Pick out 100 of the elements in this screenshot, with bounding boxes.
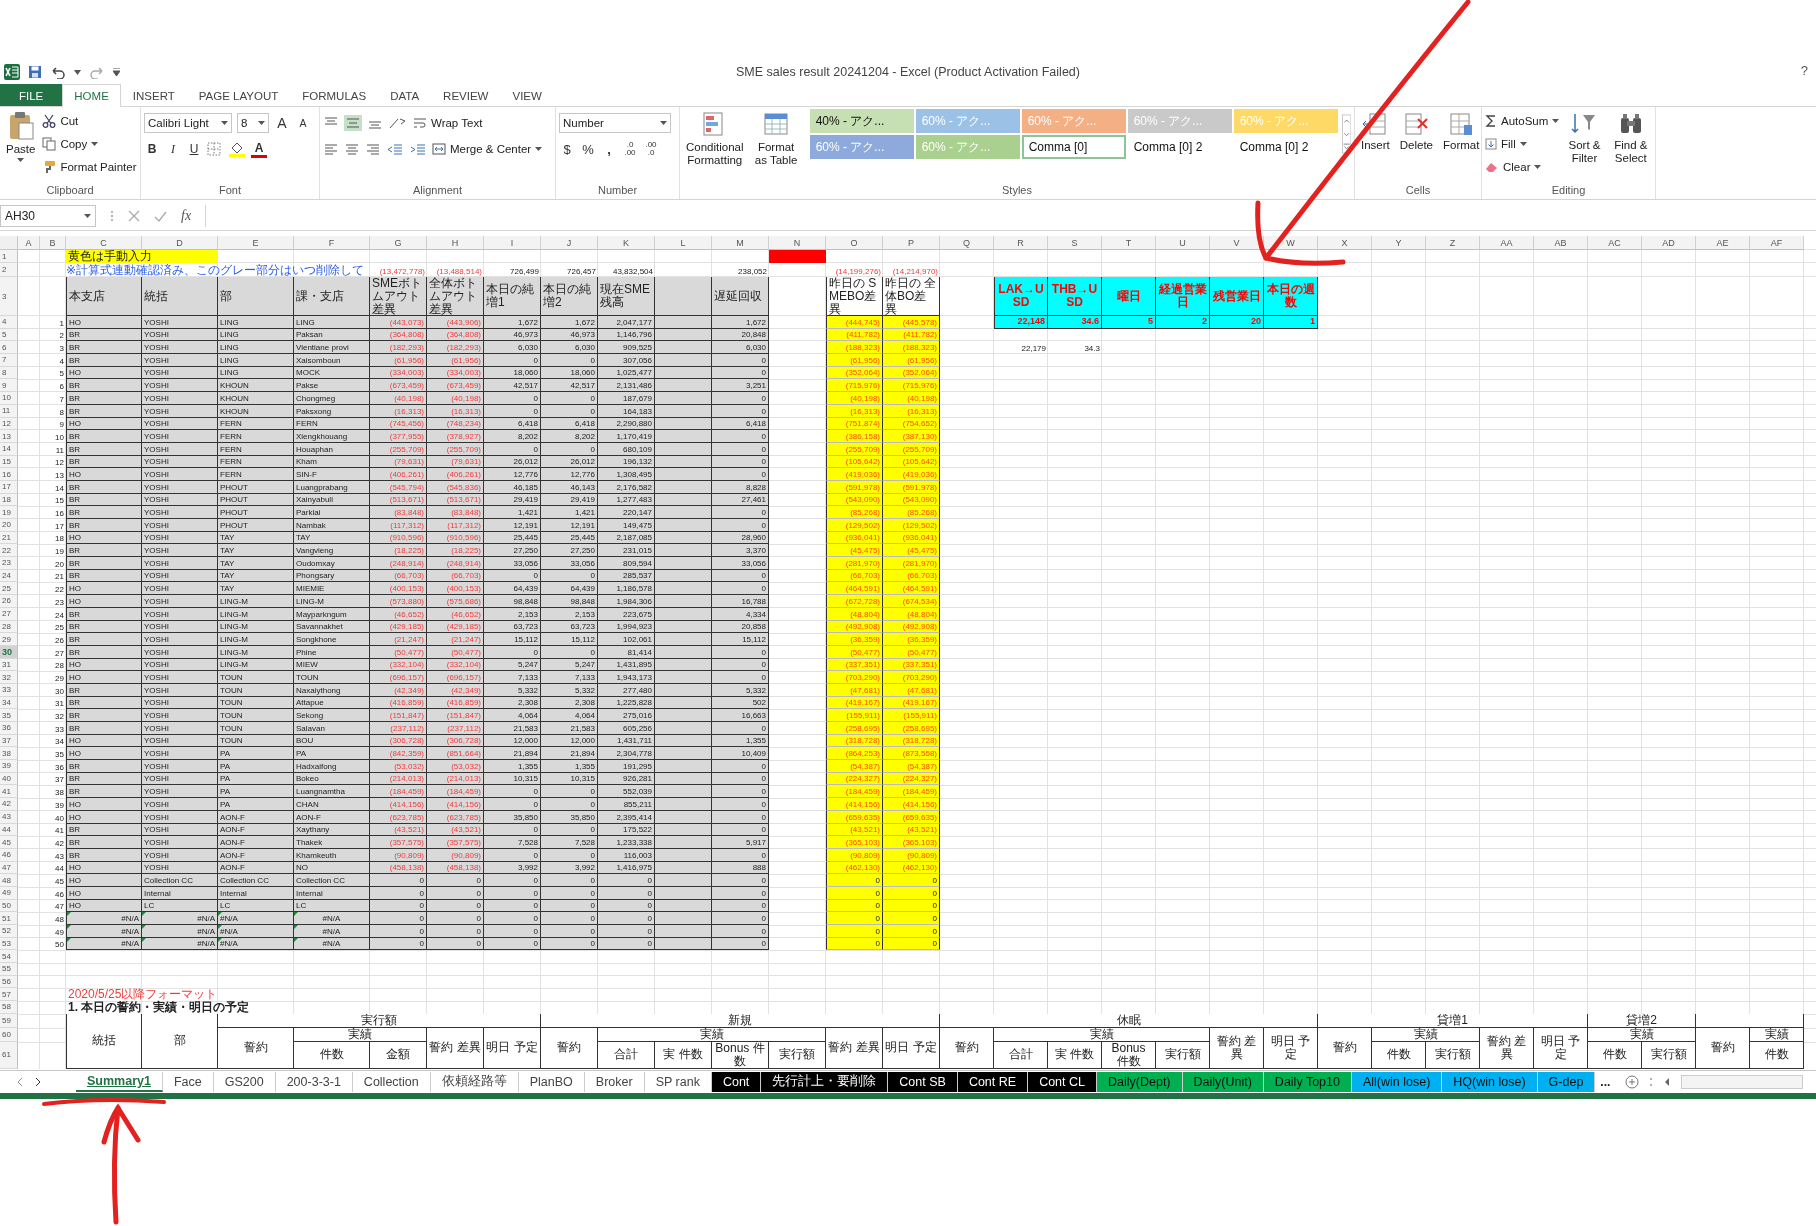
column-header[interactable]: H xyxy=(427,236,484,250)
column-header[interactable]: S xyxy=(1048,236,1102,250)
caret-icon[interactable] xyxy=(74,69,81,75)
insert-button[interactable]: Insert xyxy=(1358,109,1393,154)
row-header[interactable]: 26 xyxy=(0,595,18,608)
wrap-text-button[interactable]: Wrap Text xyxy=(413,113,483,133)
sheet-tab[interactable]: Daily(Unit) xyxy=(1182,1071,1264,1092)
sheet-tab[interactable]: HQ(win lose) xyxy=(1442,1071,1538,1092)
row-header[interactable]: 7 xyxy=(0,354,18,367)
scroll-left-icon[interactable] xyxy=(1663,1076,1672,1087)
row-header[interactable]: 6 xyxy=(0,341,18,355)
align-center-icon[interactable] xyxy=(344,142,360,156)
customize-icon[interactable] xyxy=(113,68,120,76)
font-size-field[interactable]: 8 xyxy=(237,113,269,133)
column-header[interactable]: E xyxy=(218,236,294,250)
row-header[interactable]: 39 xyxy=(0,760,18,773)
row-header[interactable]: 19 xyxy=(0,506,18,519)
row-header[interactable]: 1 xyxy=(0,250,18,263)
column-header[interactable]: AE xyxy=(1696,236,1750,250)
ribbon-tab[interactable]: FILE xyxy=(0,84,63,106)
column-header[interactable]: Q xyxy=(940,236,994,250)
ribbon-tab[interactable]: VIEW xyxy=(500,84,554,106)
scroll-left-icon[interactable] xyxy=(16,1076,24,1087)
row-header[interactable]: 61 xyxy=(0,1041,18,1069)
more-tabs-button[interactable]: ... xyxy=(1595,1071,1616,1092)
row-header[interactable]: 13 xyxy=(0,430,18,443)
scrollbar[interactable] xyxy=(1681,1074,1804,1089)
column-header[interactable]: AD xyxy=(1642,236,1696,250)
sheet-tab[interactable]: 先行計上・要削除 xyxy=(761,1071,889,1092)
splitter-icon[interactable] xyxy=(1649,1075,1654,1088)
shrink-font-button[interactable]: A xyxy=(295,113,311,133)
column-header[interactable]: A xyxy=(18,236,40,250)
row-header[interactable]: 32 xyxy=(0,671,18,684)
row-header[interactable]: 54 xyxy=(0,950,18,964)
redo-icon[interactable] xyxy=(89,65,105,79)
sheet-tab[interactable]: Collection xyxy=(352,1071,431,1092)
row-header[interactable]: 25 xyxy=(0,582,18,596)
row-header[interactable]: 42 xyxy=(0,798,18,811)
sheet-tab[interactable]: Face xyxy=(162,1071,214,1092)
row-header[interactable]: 55 xyxy=(0,963,18,976)
column-header[interactable]: I xyxy=(484,236,541,250)
sheet-tab[interactable]: Cont CL xyxy=(1028,1071,1097,1092)
delete-button[interactable]: Delete xyxy=(1396,109,1436,154)
column-header[interactable]: D xyxy=(142,236,218,250)
column-header[interactable]: J xyxy=(541,236,598,250)
format-painter-button[interactable]: Format Painter xyxy=(42,157,137,177)
sheet-tab[interactable]: 依頼経路等 xyxy=(430,1071,519,1092)
fill-color-icon[interactable] xyxy=(228,141,246,157)
sheet-tab[interactable]: Cont RE xyxy=(957,1071,1029,1092)
sheet-tab[interactable]: Summary1 xyxy=(76,1071,163,1092)
row-header[interactable]: 48 xyxy=(0,874,18,887)
column-header[interactable]: AF xyxy=(1750,236,1804,250)
help-button[interactable]: ? xyxy=(1800,63,1808,78)
format-as-table-button[interactable]: Format as Table xyxy=(750,109,802,169)
decrease-decimal-button[interactable]: .00 .0 xyxy=(643,139,659,159)
column-header[interactable]: AC xyxy=(1588,236,1642,250)
row-header[interactable]: 35 xyxy=(0,709,18,722)
bold-button[interactable]: B xyxy=(144,139,160,159)
find-select-button[interactable]: Find & Select xyxy=(1609,109,1652,167)
align-middle-icon[interactable] xyxy=(344,115,362,131)
italic-button[interactable]: I xyxy=(165,139,181,159)
scroll-right-icon[interactable] xyxy=(34,1076,42,1087)
row-header[interactable]: 2 xyxy=(0,263,18,277)
clear-button[interactable]: Clear xyxy=(1485,157,1560,177)
column-header[interactable]: N xyxy=(769,236,826,250)
font-name-field[interactable]: Calibri Light xyxy=(144,113,232,133)
borders-icon[interactable] xyxy=(207,142,223,156)
paste-button[interactable]: Paste xyxy=(3,109,39,164)
cut-button[interactable]: Cut xyxy=(42,111,137,131)
column-header[interactable]: AA xyxy=(1480,236,1534,250)
column-header[interactable]: U xyxy=(1156,236,1210,250)
insert-function-button[interactable]: fx xyxy=(181,208,192,224)
row-header[interactable]: 57 xyxy=(0,988,18,1002)
sheet-tab[interactable]: Cont SB xyxy=(888,1071,958,1092)
row-header[interactable]: 45 xyxy=(0,836,18,849)
row-header[interactable]: 51 xyxy=(0,912,18,925)
autosum-button[interactable]: AutoSum xyxy=(1485,111,1560,131)
column-header[interactable]: O xyxy=(826,236,883,250)
number-format-field[interactable]: Number xyxy=(559,113,671,133)
sheet-tab[interactable]: Cont xyxy=(711,1071,762,1092)
sheet-tab[interactable]: G-dep xyxy=(1537,1071,1596,1092)
row-header[interactable]: 16 xyxy=(0,468,18,481)
row-header[interactable]: 36 xyxy=(0,722,18,735)
column-header[interactable]: C xyxy=(66,236,142,250)
close-icon[interactable] xyxy=(128,210,140,222)
column-header[interactable]: M xyxy=(712,236,769,250)
fill-button[interactable]: Fill xyxy=(1485,134,1560,154)
sheet-tab[interactable]: PlanBO xyxy=(518,1071,585,1092)
column-header[interactable]: B xyxy=(40,236,66,250)
column-header[interactable]: Y xyxy=(1372,236,1426,250)
sheet-tab[interactable]: SP rank xyxy=(644,1071,712,1092)
column-header[interactable]: P xyxy=(883,236,940,250)
row-header[interactable]: 20 xyxy=(0,519,18,532)
decrease-indent-icon[interactable] xyxy=(386,142,404,156)
ribbon-tab[interactable]: DATA xyxy=(378,84,432,106)
sheet-tab[interactable]: 200-3-3-1 xyxy=(275,1071,353,1092)
sheet-tab[interactable]: Broker xyxy=(584,1071,645,1092)
row-header[interactable]: 29 xyxy=(0,633,18,646)
row-header[interactable]: 4 xyxy=(0,316,18,329)
sheet-tab[interactable]: Daily Top10 xyxy=(1263,1071,1352,1092)
